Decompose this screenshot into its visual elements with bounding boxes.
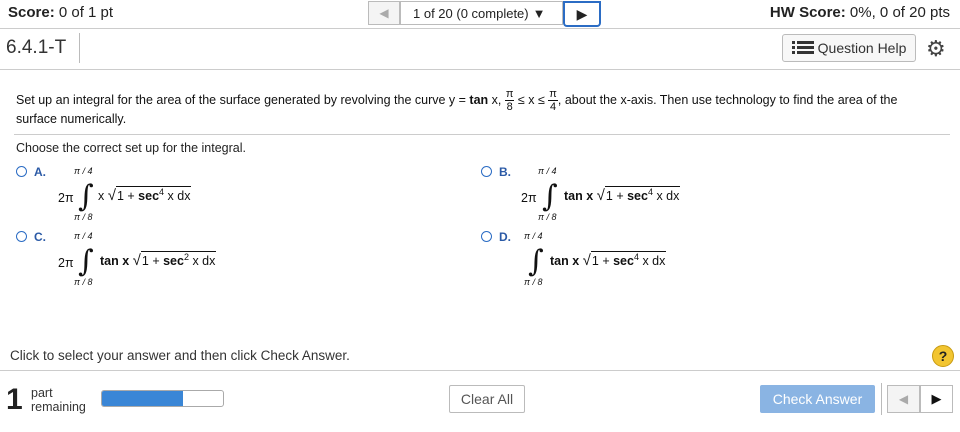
integral-sign: ∫ [78, 179, 94, 214]
upper-limit: π / 4 [538, 166, 557, 176]
gear-icon[interactable]: ⚙ [926, 36, 946, 62]
clear-all-button[interactable]: Clear All [449, 385, 525, 413]
question-text-line2: surface numerically. [16, 112, 127, 126]
divider [0, 370, 960, 371]
score-display: Score: 0 of 1 pt [8, 4, 114, 21]
question-selector-label: 1 of 20 (0 complete) [413, 5, 529, 21]
coefficient: 2π [58, 256, 74, 270]
divider [881, 383, 882, 415]
question-help-button[interactable]: Question Help [782, 34, 916, 62]
hw-score-display: HW Score: 0%, 0 of 20 pts [769, 4, 950, 21]
option-d-integrand: tan x √1 + sec4 x dx [550, 251, 667, 270]
next-question-button[interactable]: ▶ [563, 1, 601, 27]
integral-sign: ∫ [78, 244, 94, 279]
option-d-radio[interactable] [481, 231, 492, 242]
option-a-integrand: x √1 + sec4 x dx [98, 186, 192, 205]
previous-part-button[interactable]: ◀ [887, 385, 920, 413]
question-text-line1: Set up an integral for the area of the s… [16, 88, 898, 113]
option-d-label[interactable]: D. [499, 230, 511, 244]
check-answer-button[interactable]: Check Answer [760, 385, 875, 413]
progress-fill [102, 391, 184, 406]
option-c-integrand: tan x √1 + sec2 x dx [100, 251, 217, 270]
question-help-label: Question Help [817, 40, 907, 56]
fraction-lower: π8 [504, 88, 515, 113]
parts-remaining-label: part remaining [31, 386, 86, 414]
option-c-label[interactable]: C. [34, 230, 46, 244]
integral-sign: ∫ [528, 244, 544, 279]
list-icon [791, 41, 814, 54]
divider [14, 134, 950, 135]
option-b-radio[interactable] [481, 166, 492, 177]
lower-limit: π / 8 [74, 277, 93, 287]
option-a-radio[interactable] [16, 166, 27, 177]
fraction-upper: π4 [548, 88, 558, 113]
help-icon[interactable]: ? [932, 345, 954, 367]
upper-limit: π / 4 [74, 231, 93, 241]
lower-limit: π / 8 [74, 212, 93, 222]
option-c-radio[interactable] [16, 231, 27, 242]
previous-question-button[interactable]: ◀ [368, 1, 400, 25]
upper-limit: π / 4 [524, 231, 543, 241]
lower-limit: π / 8 [538, 212, 557, 222]
dropdown-arrow-icon: ▼ [532, 5, 546, 21]
triangle-left-icon: ◀ [898, 392, 909, 406]
progress-bar [101, 390, 224, 407]
coefficient: 2π [58, 191, 74, 205]
question-selector[interactable]: 1 of 20 (0 complete) ▼ [400, 1, 563, 25]
next-part-button[interactable]: ▶ [920, 385, 953, 413]
integral-sign: ∫ [542, 179, 558, 214]
triangle-left-icon: ◀ [379, 6, 389, 20]
coefficient: 2π [521, 191, 537, 205]
option-b-label[interactable]: B. [499, 165, 511, 179]
triangle-right-icon: ▶ [931, 391, 942, 406]
option-b-integrand: tan x √1 + sec4 x dx [564, 186, 681, 205]
divider [79, 33, 80, 63]
upper-limit: π / 4 [74, 166, 93, 176]
choose-prompt: Choose the correct set up for the integr… [16, 141, 246, 155]
triangle-right-icon: ▶ [576, 5, 588, 22]
instruction-text: Click to select your answer and then cli… [10, 348, 350, 363]
lower-limit: π / 8 [524, 277, 543, 287]
parts-remaining-count: 1 [6, 383, 23, 416]
question-id: 6.4.1-T [6, 37, 67, 58]
option-a-label[interactable]: A. [34, 165, 46, 179]
